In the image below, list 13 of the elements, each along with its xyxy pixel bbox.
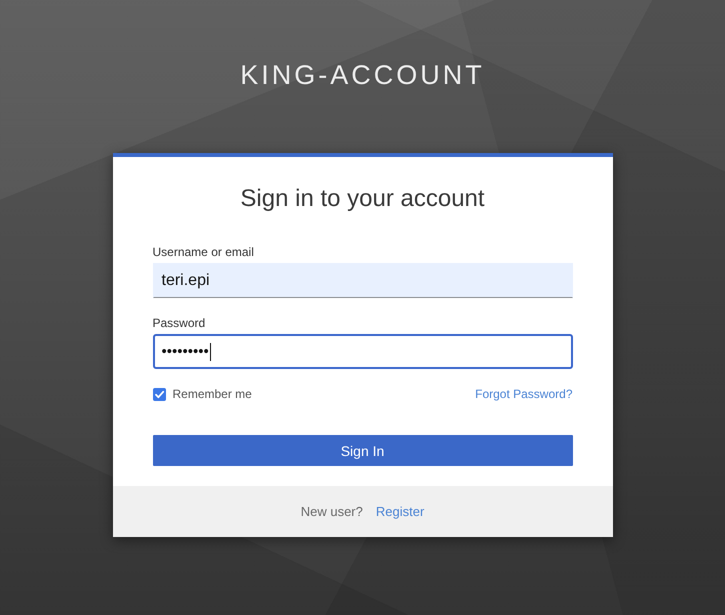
- input-field[interactable]: •••••••••: [152, 334, 572, 369]
- input-field[interactable]: teri.epi: [152, 263, 572, 298]
- brand-title: KING-ACCOUNT: [240, 59, 485, 92]
- checkbox-label: Remember me: [172, 387, 252, 401]
- register-link[interactable]: Register: [376, 504, 424, 519]
- card-heading: Sign in to your account: [239, 184, 486, 214]
- checkbox[interactable]: [152, 388, 166, 400]
- field-label: Password: [152, 315, 206, 331]
- forgot-password-link[interactable]: Forgot Password?: [475, 387, 572, 401]
- new-user-prompt: New user?: [300, 504, 363, 519]
- field-label: Username or email: [152, 244, 255, 260]
- text-cursor-icon: [210, 342, 211, 360]
- sign-in-button[interactable]: Sign In: [152, 435, 572, 466]
